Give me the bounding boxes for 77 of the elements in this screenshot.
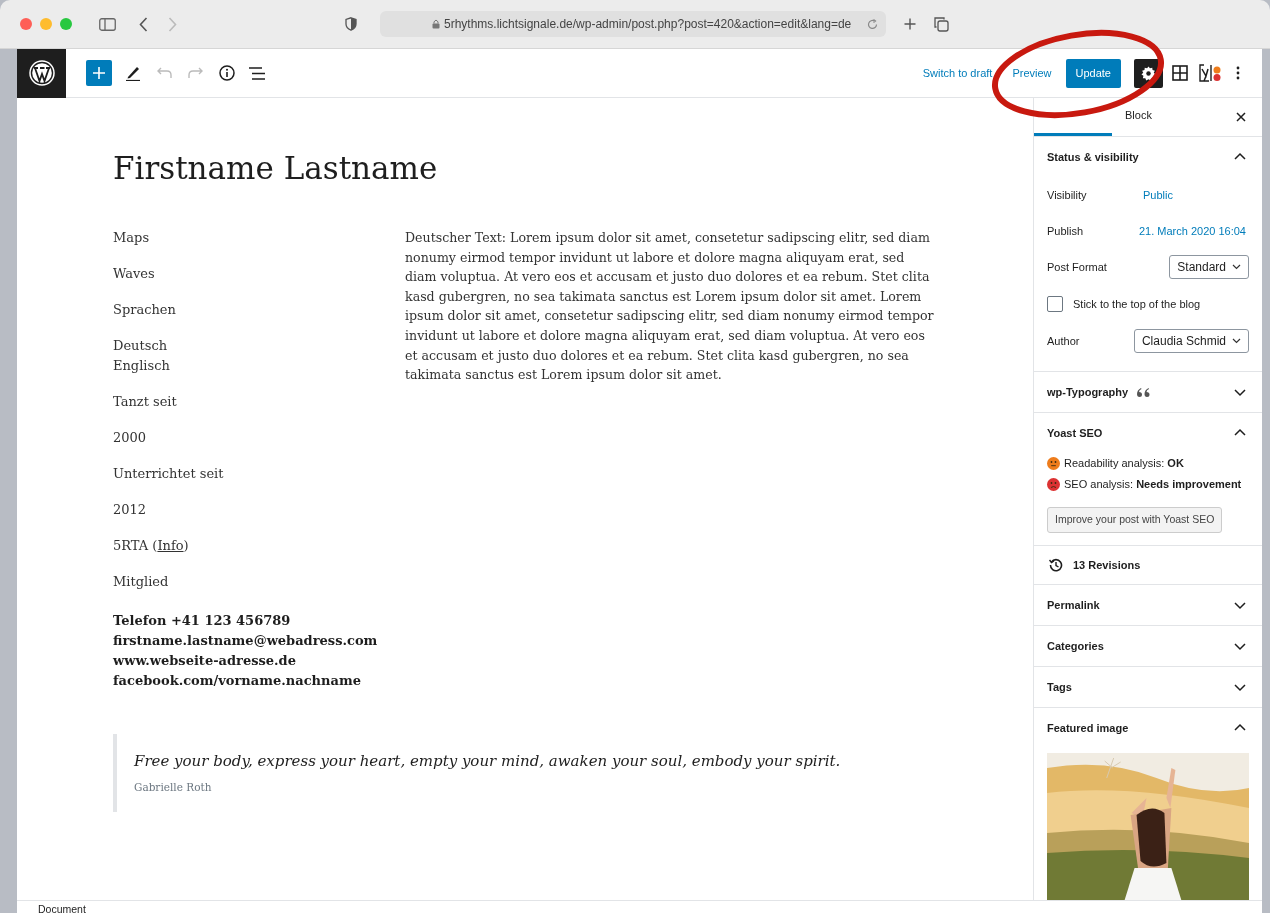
panel-header[interactable]: Tags	[1034, 667, 1262, 707]
panel-header[interactable]: Featured image	[1034, 708, 1262, 748]
sidebar-tab[interactable]: Block	[1112, 98, 1165, 136]
panel-title: Yoast SEO	[1047, 425, 1103, 441]
info-icon[interactable]	[219, 65, 235, 81]
new-tab-icon[interactable]	[904, 18, 916, 30]
field-label: Publish	[1047, 223, 1084, 239]
update-button[interactable]: Update	[1065, 58, 1121, 88]
more-options-icon[interactable]	[1236, 66, 1240, 80]
lock-icon	[432, 19, 440, 29]
quote-text: Free your body, express your heart, empty your mind, awaken your soul, embody your spirit.	[134, 751, 842, 772]
panel-header[interactable]: Status & visibility	[1034, 137, 1262, 177]
paragraph: 2012	[113, 501, 148, 519]
sidebar-toggle-icon[interactable]	[99, 17, 116, 31]
reload-icon[interactable]	[867, 18, 878, 30]
visibility-link[interactable]: Public	[1143, 186, 1173, 204]
select-value: Standard	[1177, 259, 1226, 276]
tabs-overview-icon[interactable]	[934, 16, 949, 32]
pencil-icon[interactable]	[126, 65, 140, 81]
analysis-result: Readability analysis: OK	[1064, 456, 1184, 472]
revisions-link[interactable]: 13 Revisions	[1034, 546, 1262, 585]
panel-header[interactable]: wp-Typography	[1034, 372, 1262, 412]
panel-title: wp-Typography	[1047, 384, 1129, 400]
revisions-text: 13 Revisions	[1073, 557, 1141, 573]
field-label: Author	[1047, 333, 1080, 349]
paragraph: 2000	[113, 429, 148, 447]
yoast-logo-icon[interactable]	[1198, 64, 1222, 82]
panel-header[interactable]: Yoast SEO	[1034, 413, 1262, 453]
field-label: Post Format	[1047, 259, 1107, 275]
quote-citation: Gabrielle Roth	[134, 780, 213, 795]
paragraph: Waves	[113, 265, 156, 283]
address-bar[interactable]: 5rhythms.lichtsignale.de/wp-admin/post.php?post=420&action=edit&lang=de	[380, 11, 886, 37]
block-grid-icon[interactable]	[1172, 65, 1188, 81]
wordpress-logo-icon	[28, 60, 55, 86]
panel-title: Categories	[1047, 638, 1104, 654]
preview-button[interactable]: Preview	[1008, 64, 1056, 82]
analysis-result: SEO analysis: Needs improvement	[1064, 477, 1242, 493]
panel-header[interactable]: Categories	[1034, 626, 1262, 666]
paragraph: Deutsch Englisch	[113, 337, 171, 375]
paragraph: Mitglied	[113, 573, 170, 591]
info-link[interactable]: Info	[157, 538, 184, 553]
list-view-icon[interactable]	[249, 66, 265, 80]
select-value: Claudia Schmid	[1141, 333, 1226, 350]
breadcrumb[interactable]: Document	[38, 901, 1241, 913]
publish-date-link[interactable]: 21. March 2020 16:04	[1138, 222, 1246, 240]
close-icon[interactable]	[1236, 112, 1246, 122]
yoast-improve-button[interactable]: Improve your post with Yoast SEO	[1047, 507, 1223, 533]
wordpress-logo-button[interactable]	[17, 48, 66, 98]
panel-header[interactable]: Permalink	[1034, 585, 1262, 625]
checkbox-label: Stick to the top of the blog	[1073, 296, 1201, 312]
settings-icon	[1141, 65, 1156, 81]
chevron-down-icon	[1232, 338, 1241, 344]
panel-title: Featured image	[1047, 720, 1129, 736]
url-text: 5rhythms.lichtsignale.de/wp-admin/post.php?post=420&action=edit&lang=de	[444, 16, 852, 33]
paragraph: Sprachen	[113, 301, 177, 319]
sticky-checkbox[interactable]	[1047, 296, 1063, 312]
history-icon	[1049, 558, 1063, 572]
shield-icon[interactable]	[345, 17, 357, 31]
paragraph: Unterrichtet seit	[113, 465, 225, 483]
panel-title: Permalink	[1047, 597, 1100, 613]
chevron-down-icon	[1232, 264, 1241, 270]
contact-paragraph: Telefon +41 123 456789 firstname.lastname@webadress.com www.webseite-adresse.de facebook.com/vorname.nachname	[113, 612, 379, 690]
panel-title: Tags	[1047, 679, 1072, 695]
add-block-button[interactable]	[86, 60, 112, 86]
plus-icon	[93, 67, 105, 79]
paragraph: 5RTA (Info)	[113, 537, 190, 555]
panel-title: Status & visibility	[1047, 149, 1139, 165]
field-label: Visibility	[1047, 187, 1088, 203]
close-window-icon[interactable]	[20, 18, 32, 30]
body-paragraph: Deutscher Text: Lorem ipsum dolor sit amet, consetetur sadipscing elitr, sed diam nonumy eirmod tempor invidunt ut labore et dolore magna aliquyam erat, sed diam voluptua. At vero eos et accusam et justo duo dolores et ea rebum. Stet clita kasd gubergren, no sea takimata sanctus est Lorem ipsum dolor sit amet. Lorem ipsum dolor sit amet, consetetur sadipscing elitr, sed diam nonumy eirmod tempor invidunt ut labore et dolore magna aliquyam erat, sed diam voluptua. At vero eos et accusam et justo duo dolores et ea rebum. Stet clita kasd gubergren, no sea takimata sanctus est Lorem ipsum dolor sit amet.	[405, 229, 935, 385]
switch-to-draft-button[interactable]: Switch to draft	[918, 64, 997, 82]
back-icon[interactable]	[139, 16, 148, 32]
post-title[interactable]: Firstname Lastname	[113, 148, 1033, 188]
paragraph: Tanzt seit	[113, 393, 178, 411]
paragraph: Maps	[113, 229, 151, 247]
post-format-select[interactable]: Standard	[1169, 255, 1249, 279]
author-select[interactable]: Claudia Schmid	[1133, 329, 1249, 353]
